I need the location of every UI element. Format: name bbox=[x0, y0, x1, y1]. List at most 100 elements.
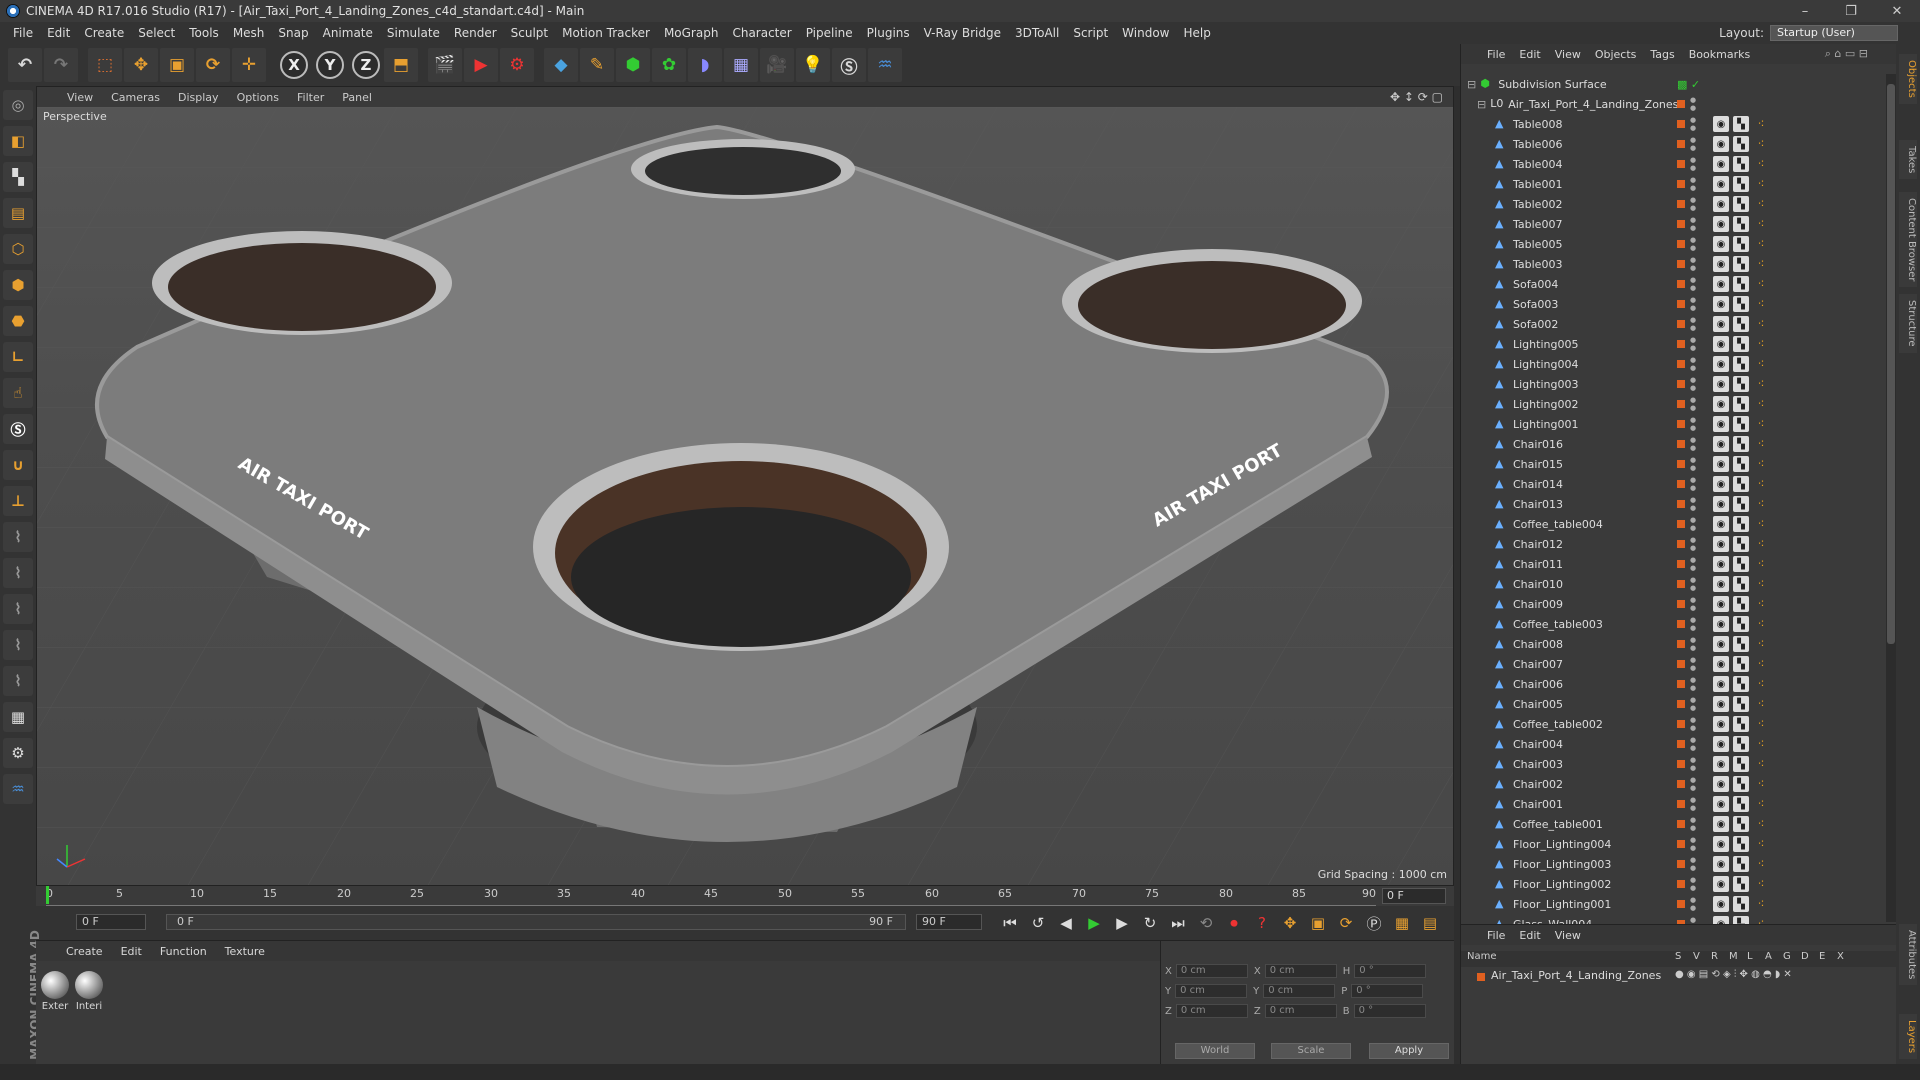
cloner-icon[interactable]: ✿ bbox=[652, 48, 686, 82]
object-row-root[interactable]: ⊟ ⬢ Subdivision Surface ▩ ✓ bbox=[1461, 74, 1886, 94]
tab-objects[interactable]: Objects bbox=[1899, 54, 1917, 104]
material-tag-icon[interactable]: ◉ bbox=[1713, 216, 1729, 232]
visibility-dots-icon[interactable]: ●● bbox=[1690, 116, 1696, 132]
timeline-window-icon[interactable]: ▤ bbox=[1416, 910, 1444, 936]
phong-tag-icon[interactable]: ⁖ bbox=[1753, 436, 1769, 452]
object-row[interactable]: ▲ Lighting005 ● ● ◉ ▚ ⁖ bbox=[1461, 334, 1886, 354]
texture-tag-icon[interactable]: ▚ bbox=[1733, 636, 1749, 652]
object-row[interactable]: ▲ Coffee_table001 ● ● ◉ ▚ ⁖ bbox=[1461, 814, 1886, 834]
visibility-dots-icon[interactable]: ●● bbox=[1690, 736, 1696, 752]
tweak-mode-icon[interactable]: ☝ bbox=[3, 378, 33, 408]
lock-workplane-icon[interactable]: ⚙ bbox=[3, 738, 33, 768]
rotation-b-field[interactable]: 0 ° bbox=[1353, 1004, 1426, 1018]
object-row[interactable]: ▲ Coffee_table003 ● ● ◉ ▚ ⁖ bbox=[1461, 614, 1886, 634]
visibility-dots-icon[interactable]: ●● bbox=[1690, 696, 1696, 712]
layer-color-swatch[interactable] bbox=[1677, 340, 1685, 348]
layout-dropdown[interactable]: Startup (User) bbox=[1770, 25, 1898, 41]
material-swatch[interactable]: Exter bbox=[40, 971, 70, 1012]
x-axis-lock-icon[interactable]: X bbox=[280, 51, 308, 79]
close-button[interactable]: ✕ bbox=[1874, 0, 1920, 22]
texture-tag-icon[interactable]: ▚ bbox=[1733, 196, 1749, 212]
menu-create[interactable]: Create bbox=[77, 26, 131, 40]
phong-tag-icon[interactable]: ⁖ bbox=[1753, 196, 1769, 212]
texture-mode-icon[interactable]: ▚ bbox=[3, 162, 33, 192]
phong-tag-icon[interactable]: ⁖ bbox=[1753, 876, 1769, 892]
snapping-icon[interactable]: Ⓢ bbox=[3, 414, 33, 444]
phong-tag-icon[interactable]: ⁖ bbox=[1753, 916, 1769, 924]
coordinate-system-icon[interactable]: ⬒ bbox=[384, 48, 418, 82]
current-frame-field[interactable]: 0 F bbox=[1382, 888, 1446, 904]
visibility-dots-icon[interactable]: ●● bbox=[1690, 336, 1696, 352]
texture-tag-icon[interactable]: ▚ bbox=[1733, 616, 1749, 632]
material-tag-icon[interactable]: ◉ bbox=[1713, 176, 1729, 192]
material-tag-icon[interactable]: ◉ bbox=[1713, 356, 1729, 372]
menu-select[interactable]: Select bbox=[131, 26, 182, 40]
material-tag-icon[interactable]: ◉ bbox=[1713, 276, 1729, 292]
material-menu-create[interactable]: Create bbox=[66, 945, 103, 958]
layer-color-swatch[interactable] bbox=[1677, 480, 1685, 488]
obj-menu-objects[interactable]: Objects bbox=[1595, 48, 1637, 61]
material-tag-icon[interactable]: ◉ bbox=[1713, 856, 1729, 872]
texture-tag-icon[interactable]: ▚ bbox=[1733, 556, 1749, 572]
play-icon[interactable]: ▶ bbox=[1080, 910, 1108, 936]
texture-tag-icon[interactable]: ▚ bbox=[1733, 376, 1749, 392]
menu-render[interactable]: Render bbox=[447, 26, 504, 40]
visibility-dots-icon[interactable]: ●● bbox=[1690, 156, 1696, 172]
menu-plugins[interactable]: Plugins bbox=[860, 26, 917, 40]
obj-menu-tags[interactable]: Tags bbox=[1650, 48, 1674, 61]
object-row[interactable]: ▲ Table007 ● ● ◉ ▚ ⁖ bbox=[1461, 214, 1886, 234]
scale-brush-icon[interactable]: ⌇ bbox=[3, 630, 33, 660]
record-icon[interactable]: ⏺ bbox=[1220, 910, 1248, 936]
previous-frame-icon[interactable]: ◀ bbox=[1052, 910, 1080, 936]
material-tag-icon[interactable]: ◉ bbox=[1713, 536, 1729, 552]
phong-tag-icon[interactable]: ⁖ bbox=[1753, 836, 1769, 852]
phong-tag-icon[interactable]: ⁖ bbox=[1753, 416, 1769, 432]
polygons-mode-icon[interactable]: ⬣ bbox=[3, 306, 33, 336]
phong-tag-icon[interactable]: ⁖ bbox=[1753, 716, 1769, 732]
material-tag-icon[interactable]: ◉ bbox=[1713, 836, 1729, 852]
collapse-icon[interactable]: ⊟ bbox=[1477, 98, 1486, 111]
viewport-menu-view[interactable]: View bbox=[67, 91, 93, 104]
visibility-dots-icon[interactable]: ●● bbox=[1690, 436, 1696, 452]
object-scrollbar[interactable] bbox=[1886, 74, 1896, 922]
subdivision-surface-icon[interactable]: ⬢ bbox=[616, 48, 650, 82]
redo-icon[interactable]: ↷ bbox=[44, 48, 78, 82]
size-z-field[interactable]: 0 cm bbox=[1264, 1004, 1337, 1018]
layer-color-swatch[interactable] bbox=[1677, 280, 1685, 288]
visibility-dots-icon[interactable]: ●● bbox=[1690, 476, 1696, 492]
viewport-menu-display[interactable]: Display bbox=[178, 91, 219, 104]
menu-pipeline[interactable]: Pipeline bbox=[799, 26, 860, 40]
object-row[interactable]: ▲ Table002 ● ● ◉ ▚ ⁖ bbox=[1461, 194, 1886, 214]
size-x-field[interactable]: 0 cm bbox=[1264, 964, 1337, 978]
make-editable-icon[interactable]: ◎ bbox=[3, 90, 33, 120]
menu-vray-bridge[interactable]: V-Ray Bridge bbox=[917, 26, 1008, 40]
layer-row[interactable]: Air_Taxi_Port_4_Landing_Zones ● ◉ ▤ ⟲ ◈ … bbox=[1461, 969, 1897, 985]
layer-color-swatch[interactable] bbox=[1677, 300, 1685, 308]
object-row[interactable]: ▲ Chair007 ● ● ◉ ▚ ⁖ bbox=[1461, 654, 1886, 674]
texture-tag-icon[interactable]: ▚ bbox=[1733, 896, 1749, 912]
texture-tag-icon[interactable]: ▚ bbox=[1733, 796, 1749, 812]
material-tag-icon[interactable]: ◉ bbox=[1713, 616, 1729, 632]
phong-tag-icon[interactable]: ⁖ bbox=[1753, 676, 1769, 692]
material-tag-icon[interactable]: ◉ bbox=[1713, 416, 1729, 432]
texture-tag-icon[interactable]: ▚ bbox=[1733, 756, 1749, 772]
phong-tag-icon[interactable]: ⁖ bbox=[1753, 216, 1769, 232]
menu-mograph[interactable]: MoGraph bbox=[657, 26, 726, 40]
move-tool-icon[interactable]: ✥ bbox=[124, 48, 158, 82]
minimize-button[interactable]: – bbox=[1782, 0, 1828, 22]
rotation-p-field[interactable]: 0 ° bbox=[1351, 984, 1424, 998]
light-icon[interactable]: 💡 bbox=[796, 48, 830, 82]
object-row[interactable]: ▲ Lighting004 ● ● ◉ ▚ ⁖ bbox=[1461, 354, 1886, 374]
viewport-nav-icons[interactable]: ✥ ↕ ⟳ ▢ bbox=[1390, 90, 1443, 104]
axis-mode-icon[interactable]: ∟ bbox=[3, 342, 33, 372]
material-tag-icon[interactable]: ◉ bbox=[1713, 596, 1729, 612]
key-rotation-icon[interactable]: ⟳ bbox=[1332, 910, 1360, 936]
layer-color-swatch[interactable] bbox=[1677, 860, 1685, 868]
layer-color-swatch[interactable] bbox=[1677, 840, 1685, 848]
layer-color-swatch[interactable] bbox=[1677, 640, 1685, 648]
phong-tag-icon[interactable]: ⁖ bbox=[1753, 536, 1769, 552]
object-row[interactable]: ▲ Table008 ● ● ◉ ▚ ⁖ bbox=[1461, 114, 1886, 134]
visibility-dots-icon[interactable]: ●● bbox=[1690, 416, 1696, 432]
texture-tag-icon[interactable]: ▚ bbox=[1733, 276, 1749, 292]
material-menu-function[interactable]: Function bbox=[160, 945, 207, 958]
